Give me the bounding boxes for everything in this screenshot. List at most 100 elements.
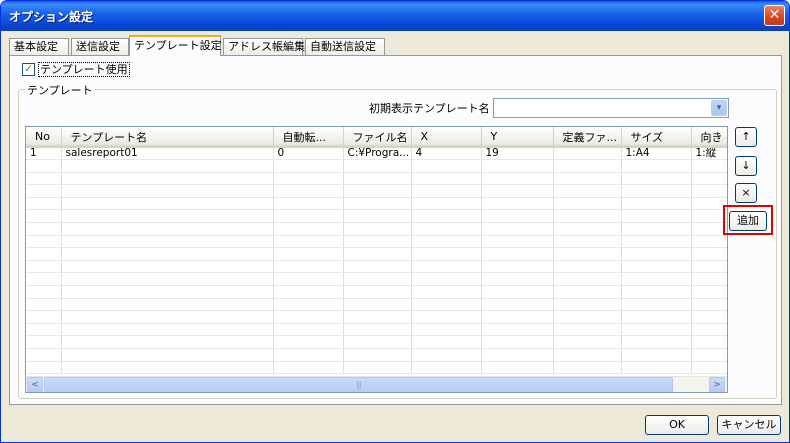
empty-cell [26, 235, 62, 249]
empty-cell [343, 323, 412, 337]
empty-cell [553, 235, 622, 249]
empty-cell [553, 260, 622, 274]
col-header-orientation[interactable]: 向き [691, 127, 727, 148]
cell-orientation: 1:縦 [691, 147, 727, 161]
template-settings-panel: ✓ テンプレート使用 テンプレート 初期表示テンプレート名 ▾ No テンプレー… [9, 55, 782, 405]
empty-cell [343, 260, 412, 274]
empty-cell [61, 260, 274, 274]
empty-cell [343, 247, 412, 261]
empty-cell [621, 361, 692, 375]
empty-cell [411, 298, 482, 312]
default-template-label: 初期表示テンプレート名 [369, 102, 490, 115]
empty-cell [481, 247, 554, 261]
empty-cell [553, 285, 622, 299]
template-group: テンプレート 初期表示テンプレート名 ▾ No テンプレート名 自動転... フ… [18, 82, 777, 399]
empty-cell [481, 285, 554, 299]
empty-cell [61, 184, 274, 198]
col-header-y[interactable]: Y [481, 127, 554, 148]
col-header-file-name[interactable]: ファイル名 [343, 127, 412, 148]
template-list-grid[interactable]: No テンプレート名 自動転... ファイル名 X Y 定義ファ... サイズ … [25, 126, 728, 393]
empty-cell [481, 323, 554, 337]
scrollbar-thumb[interactable]: ||| [44, 377, 673, 392]
tab-send-settings[interactable]: 送信設定 [71, 38, 129, 56]
empty-cell [553, 335, 622, 349]
scroll-left-button[interactable]: < [27, 377, 43, 392]
tab-template-settings[interactable]: テンプレート設定 [129, 35, 222, 56]
empty-cell [621, 209, 692, 224]
empty-cell [61, 235, 274, 249]
empty-cell [26, 159, 62, 173]
empty-table-row [26, 222, 727, 236]
tab-address-book-edit[interactable]: アドレス帳編集 [223, 38, 305, 56]
ok-button[interactable]: OK [645, 415, 709, 435]
empty-cell [621, 235, 692, 249]
empty-cell [61, 272, 274, 287]
empty-table-row [26, 172, 727, 186]
empty-cell [553, 348, 622, 362]
delete-button[interactable]: × [735, 183, 757, 203]
horizontal-scrollbar[interactable]: < ||| > [26, 376, 727, 392]
col-header-x[interactable]: X [411, 127, 482, 148]
scroll-right-button[interactable]: > [709, 377, 725, 392]
add-button-highlight: 追加 [723, 205, 773, 235]
cancel-button[interactable]: キャンセル [717, 415, 781, 435]
empty-cell [481, 222, 554, 236]
add-button[interactable]: 追加 [729, 211, 767, 231]
empty-cell [691, 272, 727, 287]
empty-cell [273, 348, 344, 362]
move-up-button[interactable]: ↑ [735, 127, 757, 147]
chevron-down-icon[interactable]: ▾ [711, 100, 727, 116]
empty-table-row [26, 197, 727, 211]
tab-basic-settings[interactable]: 基本設定 [9, 38, 69, 56]
cell-definition-file [553, 147, 622, 161]
col-header-template-name[interactable]: テンプレート名 [61, 127, 274, 148]
empty-cell [411, 247, 482, 261]
empty-cell [61, 298, 274, 312]
empty-cell [343, 310, 412, 324]
empty-cell [343, 272, 412, 287]
use-template-label[interactable]: テンプレート使用 [38, 62, 130, 77]
default-template-combobox[interactable]: ▾ [493, 98, 729, 118]
col-header-size[interactable]: サイズ [621, 127, 692, 148]
table-row[interactable]: 1 salesreport01 0 C:¥Progra... 4 19 1:A4… [26, 147, 727, 161]
empty-cell [26, 172, 62, 186]
empty-table-row [26, 272, 727, 287]
cell-x: 4 [411, 147, 482, 161]
empty-cell [343, 159, 412, 173]
empty-cell [691, 159, 727, 173]
empty-cell [411, 159, 482, 173]
empty-cell [553, 222, 622, 236]
empty-cell [411, 197, 482, 211]
empty-cell [481, 172, 554, 186]
empty-cell [481, 209, 554, 224]
empty-cell [273, 298, 344, 312]
empty-cell [621, 172, 692, 186]
empty-cell [273, 361, 344, 375]
empty-cell [621, 310, 692, 324]
close-button[interactable]: ✕ [764, 5, 785, 26]
title-bar: オプション設定 ✕ [1, 1, 789, 31]
empty-cell [553, 323, 622, 337]
empty-table-row [26, 184, 727, 198]
empty-cell [273, 260, 344, 274]
empty-table-row [26, 260, 727, 274]
checkbox-box[interactable]: ✓ [22, 63, 35, 76]
col-header-no[interactable]: No [26, 127, 62, 148]
empty-cell [61, 285, 274, 299]
col-header-definition-file[interactable]: 定義ファ... [553, 127, 622, 148]
move-down-button[interactable]: ↓ [735, 156, 757, 176]
col-header-auto-transfer[interactable]: 自動転... [273, 127, 344, 148]
empty-cell [273, 335, 344, 349]
empty-cell [621, 222, 692, 236]
empty-cell [411, 172, 482, 186]
cell-file-name: C:¥Progra... [343, 147, 412, 161]
empty-cell [411, 348, 482, 362]
empty-cell [481, 361, 554, 375]
empty-cell [61, 323, 274, 337]
empty-cell [621, 159, 692, 173]
empty-cell [26, 222, 62, 236]
empty-cell [691, 247, 727, 261]
empty-cell [553, 197, 622, 211]
tab-auto-send-settings[interactable]: 自動送信設定 [305, 38, 385, 56]
empty-cell [553, 172, 622, 186]
